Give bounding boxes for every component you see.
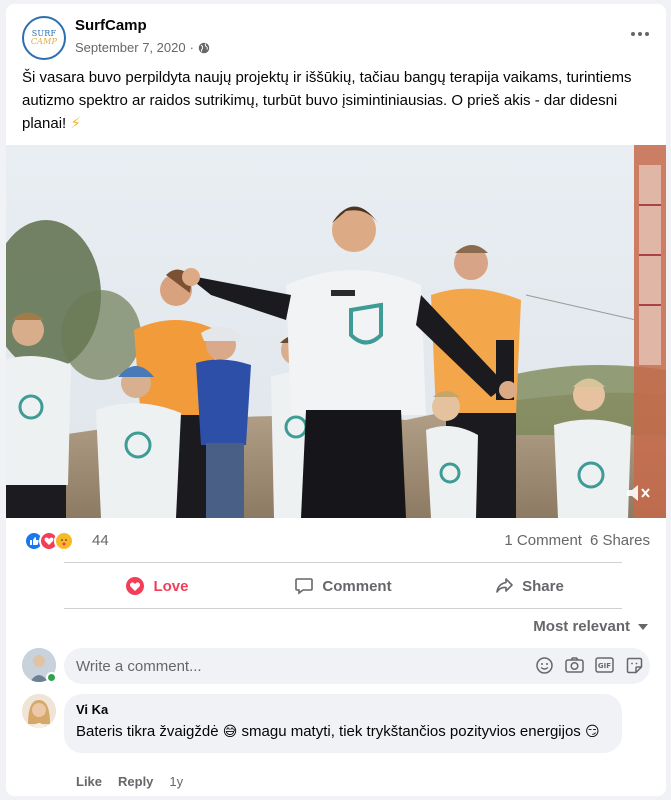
post-text: Ši vasara buvo perpildyta naujų projektų… (22, 66, 652, 135)
post-stats: 1 Comment 6 Shares (504, 532, 650, 549)
comment-bubble: Vi Ka Bateris tikra žvaigždė 😅 smagu mat… (64, 694, 622, 753)
comment-text-part2: smagu matyti, tiek trykštančios pozityvi… (237, 723, 585, 740)
post-meta: September 7, 2020 · (75, 40, 210, 55)
commenter-avatar[interactable] (22, 694, 56, 728)
globe-icon (198, 42, 210, 53)
dot-icon (638, 32, 642, 36)
camera-icon[interactable] (564, 656, 584, 674)
caret-down-icon (638, 623, 648, 630)
sticker-icon[interactable] (624, 656, 644, 674)
comment-sort-dropdown[interactable]: Most relevant (533, 618, 648, 635)
sweat-smile-emoji: 😅 (222, 723, 238, 739)
comment-button[interactable]: Comment (250, 564, 436, 608)
svg-text:GIF: GIF (597, 662, 610, 670)
share-button[interactable]: Share (436, 564, 622, 608)
comment-author[interactable]: Vi Ka (76, 702, 610, 717)
online-status-indicator (46, 672, 57, 683)
comment-timestamp[interactable]: 1y (169, 774, 183, 789)
comment-composer: GIF (22, 646, 652, 686)
smirk-emoji: 😏 (584, 723, 600, 739)
care-icon (54, 531, 74, 551)
emoji-icon[interactable] (534, 656, 554, 674)
share-label: Share (522, 577, 564, 595)
reaction-icons[interactable] (24, 531, 74, 551)
comment-label: Comment (322, 577, 392, 595)
post-body: Ši vasara buvo perpildyta naujų projektų… (22, 69, 632, 132)
sort-label: Most relevant (533, 618, 630, 635)
video-frame (6, 145, 666, 518)
post-date[interactable]: September 7, 2020 (75, 40, 186, 55)
meta-separator: · (189, 40, 194, 55)
divider (64, 608, 622, 609)
reactions-summary: 44 1 Comment 6 Shares (6, 518, 666, 562)
post-header: SURF CAMP SurfCamp September 7, 2020 · (6, 4, 666, 68)
lightning-emoji: ⚡ (70, 115, 81, 132)
comment-actions: Like Reply 1y (76, 774, 183, 789)
divider (64, 562, 622, 563)
comment-icon (295, 578, 314, 595)
love-icon (126, 577, 145, 595)
love-label: Love (153, 577, 189, 595)
post-card: SURF CAMP SurfCamp September 7, 2020 · Ši… (6, 4, 666, 796)
dot-icon (645, 32, 649, 36)
dot-icon (631, 32, 635, 36)
post-video[interactable] (6, 145, 666, 518)
reaction-count[interactable]: 44 (92, 532, 109, 549)
comment-count[interactable]: 1 Comment (504, 532, 582, 549)
more-options-button[interactable] (628, 22, 652, 46)
share-count[interactable]: 6 Shares (590, 532, 650, 549)
composer-tools: GIF (534, 656, 644, 674)
comment-reply-link[interactable]: Reply (118, 774, 153, 789)
muted-speaker-icon[interactable] (624, 482, 652, 504)
comment-like-link[interactable]: Like (76, 774, 102, 789)
comment-text: Bateris tikra žvaigždė 😅 smagu matyti, t… (76, 720, 610, 743)
love-button[interactable]: Love (64, 564, 250, 608)
page-avatar[interactable]: SURF CAMP (22, 16, 66, 60)
gif-icon[interactable]: GIF (594, 656, 614, 674)
comment-text-part1: Bateris tikra žvaigždė (76, 723, 223, 740)
surfcamp-logo: SURF CAMP (30, 29, 58, 46)
page-name[interactable]: SurfCamp (75, 17, 147, 34)
post-actions: Love Comment Share (64, 564, 622, 608)
share-icon (496, 578, 513, 593)
